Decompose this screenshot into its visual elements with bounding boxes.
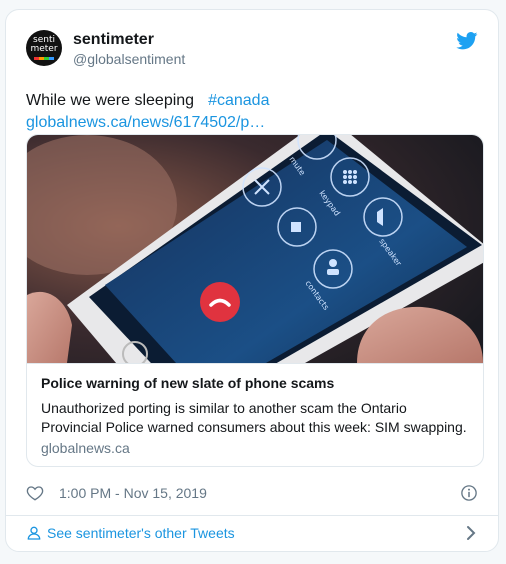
person-icon: [27, 526, 41, 540]
tweet-timestamp[interactable]: 1:00 PM - Nov 15, 2019: [59, 485, 207, 501]
author-name[interactable]: sentimeter: [73, 31, 154, 49]
info-icon[interactable]: [460, 484, 478, 502]
tweet-meta: 1:00 PM - Nov 15, 2019: [26, 484, 478, 504]
tweet-url-link[interactable]: globalnews.ca/news/6174502/p…: [26, 112, 265, 134]
tweet-text: While we were sleeping #canada: [26, 90, 269, 112]
link-preview-card[interactable]: mute keypad speaker contacts Police warn…: [26, 134, 484, 467]
tweet-header: senti meter sentimeter @globalsentiment: [26, 30, 478, 70]
heart-icon[interactable]: [26, 484, 44, 502]
hashtag-link[interactable]: #canada: [208, 92, 269, 109]
tweet-body: While we were sleeping: [26, 92, 195, 109]
preview-domain: globalnews.ca: [41, 440, 130, 456]
preview-title: Police warning of new slate of phone sca…: [41, 375, 335, 391]
preview-description: Unauthorized porting is similar to anoth…: [41, 400, 467, 435]
footer-divider: [6, 515, 498, 516]
twitter-bird-icon[interactable]: [456, 32, 478, 50]
chevron-right-icon[interactable]: [464, 525, 478, 541]
author-handle[interactable]: @globalsentiment: [73, 51, 185, 67]
footer[interactable]: See sentimeter's other Tweets: [26, 524, 478, 544]
tweet-embed-card: senti meter sentimeter @globalsentiment …: [5, 9, 499, 552]
preview-image: mute keypad speaker contacts: [27, 135, 483, 363]
avatar-color-bars: [34, 57, 54, 60]
avatar-text-bottom: meter: [30, 44, 58, 54]
preview-body: Police warning of new slate of phone sca…: [27, 363, 483, 466]
avatar[interactable]: senti meter: [26, 30, 62, 66]
other-tweets-link[interactable]: See sentimeter's other Tweets: [47, 525, 235, 541]
